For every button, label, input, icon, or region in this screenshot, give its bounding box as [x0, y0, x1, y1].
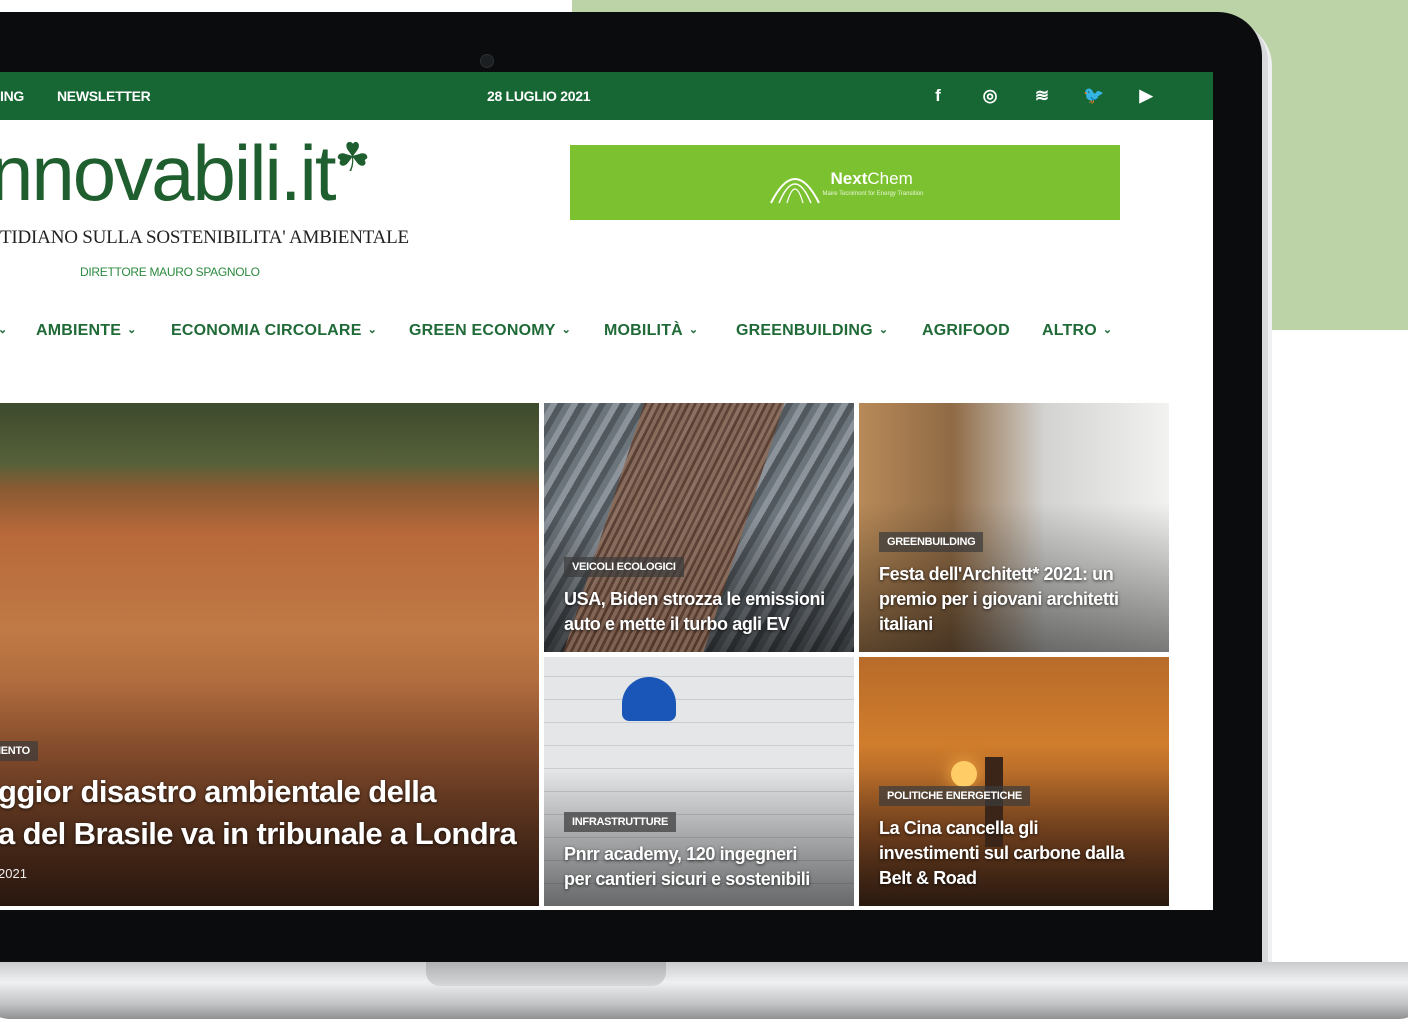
article-card-infrastrutture[interactable]: INFRASTRUTTURE Pnrr academy, 120 ingegne…: [544, 657, 854, 906]
article-category-badge[interactable]: POLITICHE ENERGETICHE: [879, 786, 1030, 806]
nextchem-logo-icon: [769, 177, 820, 203]
banner-subtitle: Maire Tecnimont for Energy Transition: [822, 190, 924, 197]
nav-item-ambiente[interactable]: AMBIENTE ⌄: [36, 322, 137, 340]
facebook-icon[interactable]: f: [912, 80, 964, 112]
topbar-link-partial[interactable]: ING: [0, 88, 24, 104]
chevron-down-icon: ⌄: [1102, 324, 1113, 336]
topbar-link-newsletter[interactable]: NEWSLETTER: [57, 88, 151, 104]
article-title[interactable]: La Cina cancella gli investimenti sul ca…: [879, 816, 1124, 891]
chevron-down-icon: ⌄: [367, 324, 377, 336]
article-title[interactable]: Pnrr academy, 120 ingegneri per cantieri…: [564, 842, 810, 892]
sun-image-detail: [951, 761, 977, 787]
banner-brand: NextChem: [830, 168, 913, 188]
twitter-icon[interactable]: 🐦: [1068, 80, 1120, 112]
nav-item-economia-circolare[interactable]: ECONOMIA CIRCOLARE ⌄: [171, 322, 377, 340]
leaf-icon: ☘: [334, 136, 371, 180]
ad-banner[interactable]: NextChem Maire Tecnimont for Energy Tran…: [570, 145, 1120, 220]
article-category-badge[interactable]: GREENBUILDING: [879, 532, 984, 552]
top-bar: ING NEWSLETTER 28 LUGLIO 2021 f ◎ ≋ 🐦 ▶: [0, 72, 1213, 120]
nav-item-greenbuilding[interactable]: GREENBUILDING ⌄: [736, 322, 888, 340]
article-card-greenbuilding[interactable]: GREENBUILDING Festa dell'Architett* 2021…: [859, 403, 1169, 652]
site-tagline: TIDIANO SULLA SOSTENIBILITA' AMBIENTALE: [0, 227, 409, 248]
banner-text: NextChem Maire Tecnimont for Energy Tran…: [823, 169, 924, 197]
social-links: f ◎ ≋ 🐦 ▶: [912, 80, 1172, 112]
chevron-down-icon: ⌄: [127, 324, 137, 336]
featured-article[interactable]: IENTO ggior disastro ambientale della a …: [0, 403, 539, 906]
article-card-veicoli[interactable]: VEICOLI ECOLOGICI USA, Biden strozza le …: [544, 403, 854, 652]
article-title[interactable]: USA, Biden strozza le emissioni auto e m…: [564, 587, 825, 637]
logo-text: nnovabili.it: [0, 129, 337, 217]
helmet-image-detail: [622, 677, 676, 721]
chevron-down-icon: ⌄: [688, 324, 699, 336]
camera-icon: [480, 54, 494, 68]
article-title[interactable]: ggior disastro ambientale della a del Br…: [0, 771, 517, 855]
instagram-icon[interactable]: ◎: [964, 80, 1016, 112]
article-date: 2021: [0, 866, 27, 881]
nav-item-altro[interactable]: ALTRO ⌄: [1042, 322, 1112, 340]
website-screen: ING NEWSLETTER 28 LUGLIO 2021 f ◎ ≋ 🐦 ▶ …: [0, 72, 1213, 910]
article-category-badge[interactable]: IENTO: [0, 741, 38, 761]
laptop-notch: [426, 962, 666, 986]
rss-icon[interactable]: ≋: [1016, 80, 1068, 112]
topbar-date: 28 LUGLIO 2021: [487, 88, 591, 104]
nav-item-green-economy[interactable]: GREEN ECONOMY ⌄: [409, 322, 571, 340]
chevron-down-icon: ⌄: [561, 324, 572, 336]
article-category-badge[interactable]: INFRASTRUTTURE: [564, 812, 677, 832]
article-title[interactable]: Festa dell'Architett* 2021: un premio pe…: [879, 562, 1119, 637]
article-category-badge[interactable]: VEICOLI ECOLOGICI: [564, 557, 684, 577]
nav-item-mobilita[interactable]: MOBILITÀ ⌄: [604, 322, 698, 340]
laptop-base: [0, 962, 1408, 1019]
site-logo[interactable]: nnovabili.it☘: [0, 134, 371, 212]
chevron-down-icon: ⌄: [878, 324, 889, 336]
nav-chevron-partial[interactable]: ⌄: [0, 322, 7, 340]
article-card-politiche[interactable]: POLITICHE ENERGETICHE La Cina cancella g…: [859, 657, 1169, 906]
director-credit: DIRETTORE MAURO SPAGNOLO: [80, 265, 260, 279]
nav-item-agrifood[interactable]: AGRIFOOD: [922, 322, 1010, 340]
youtube-icon[interactable]: ▶: [1120, 80, 1172, 112]
